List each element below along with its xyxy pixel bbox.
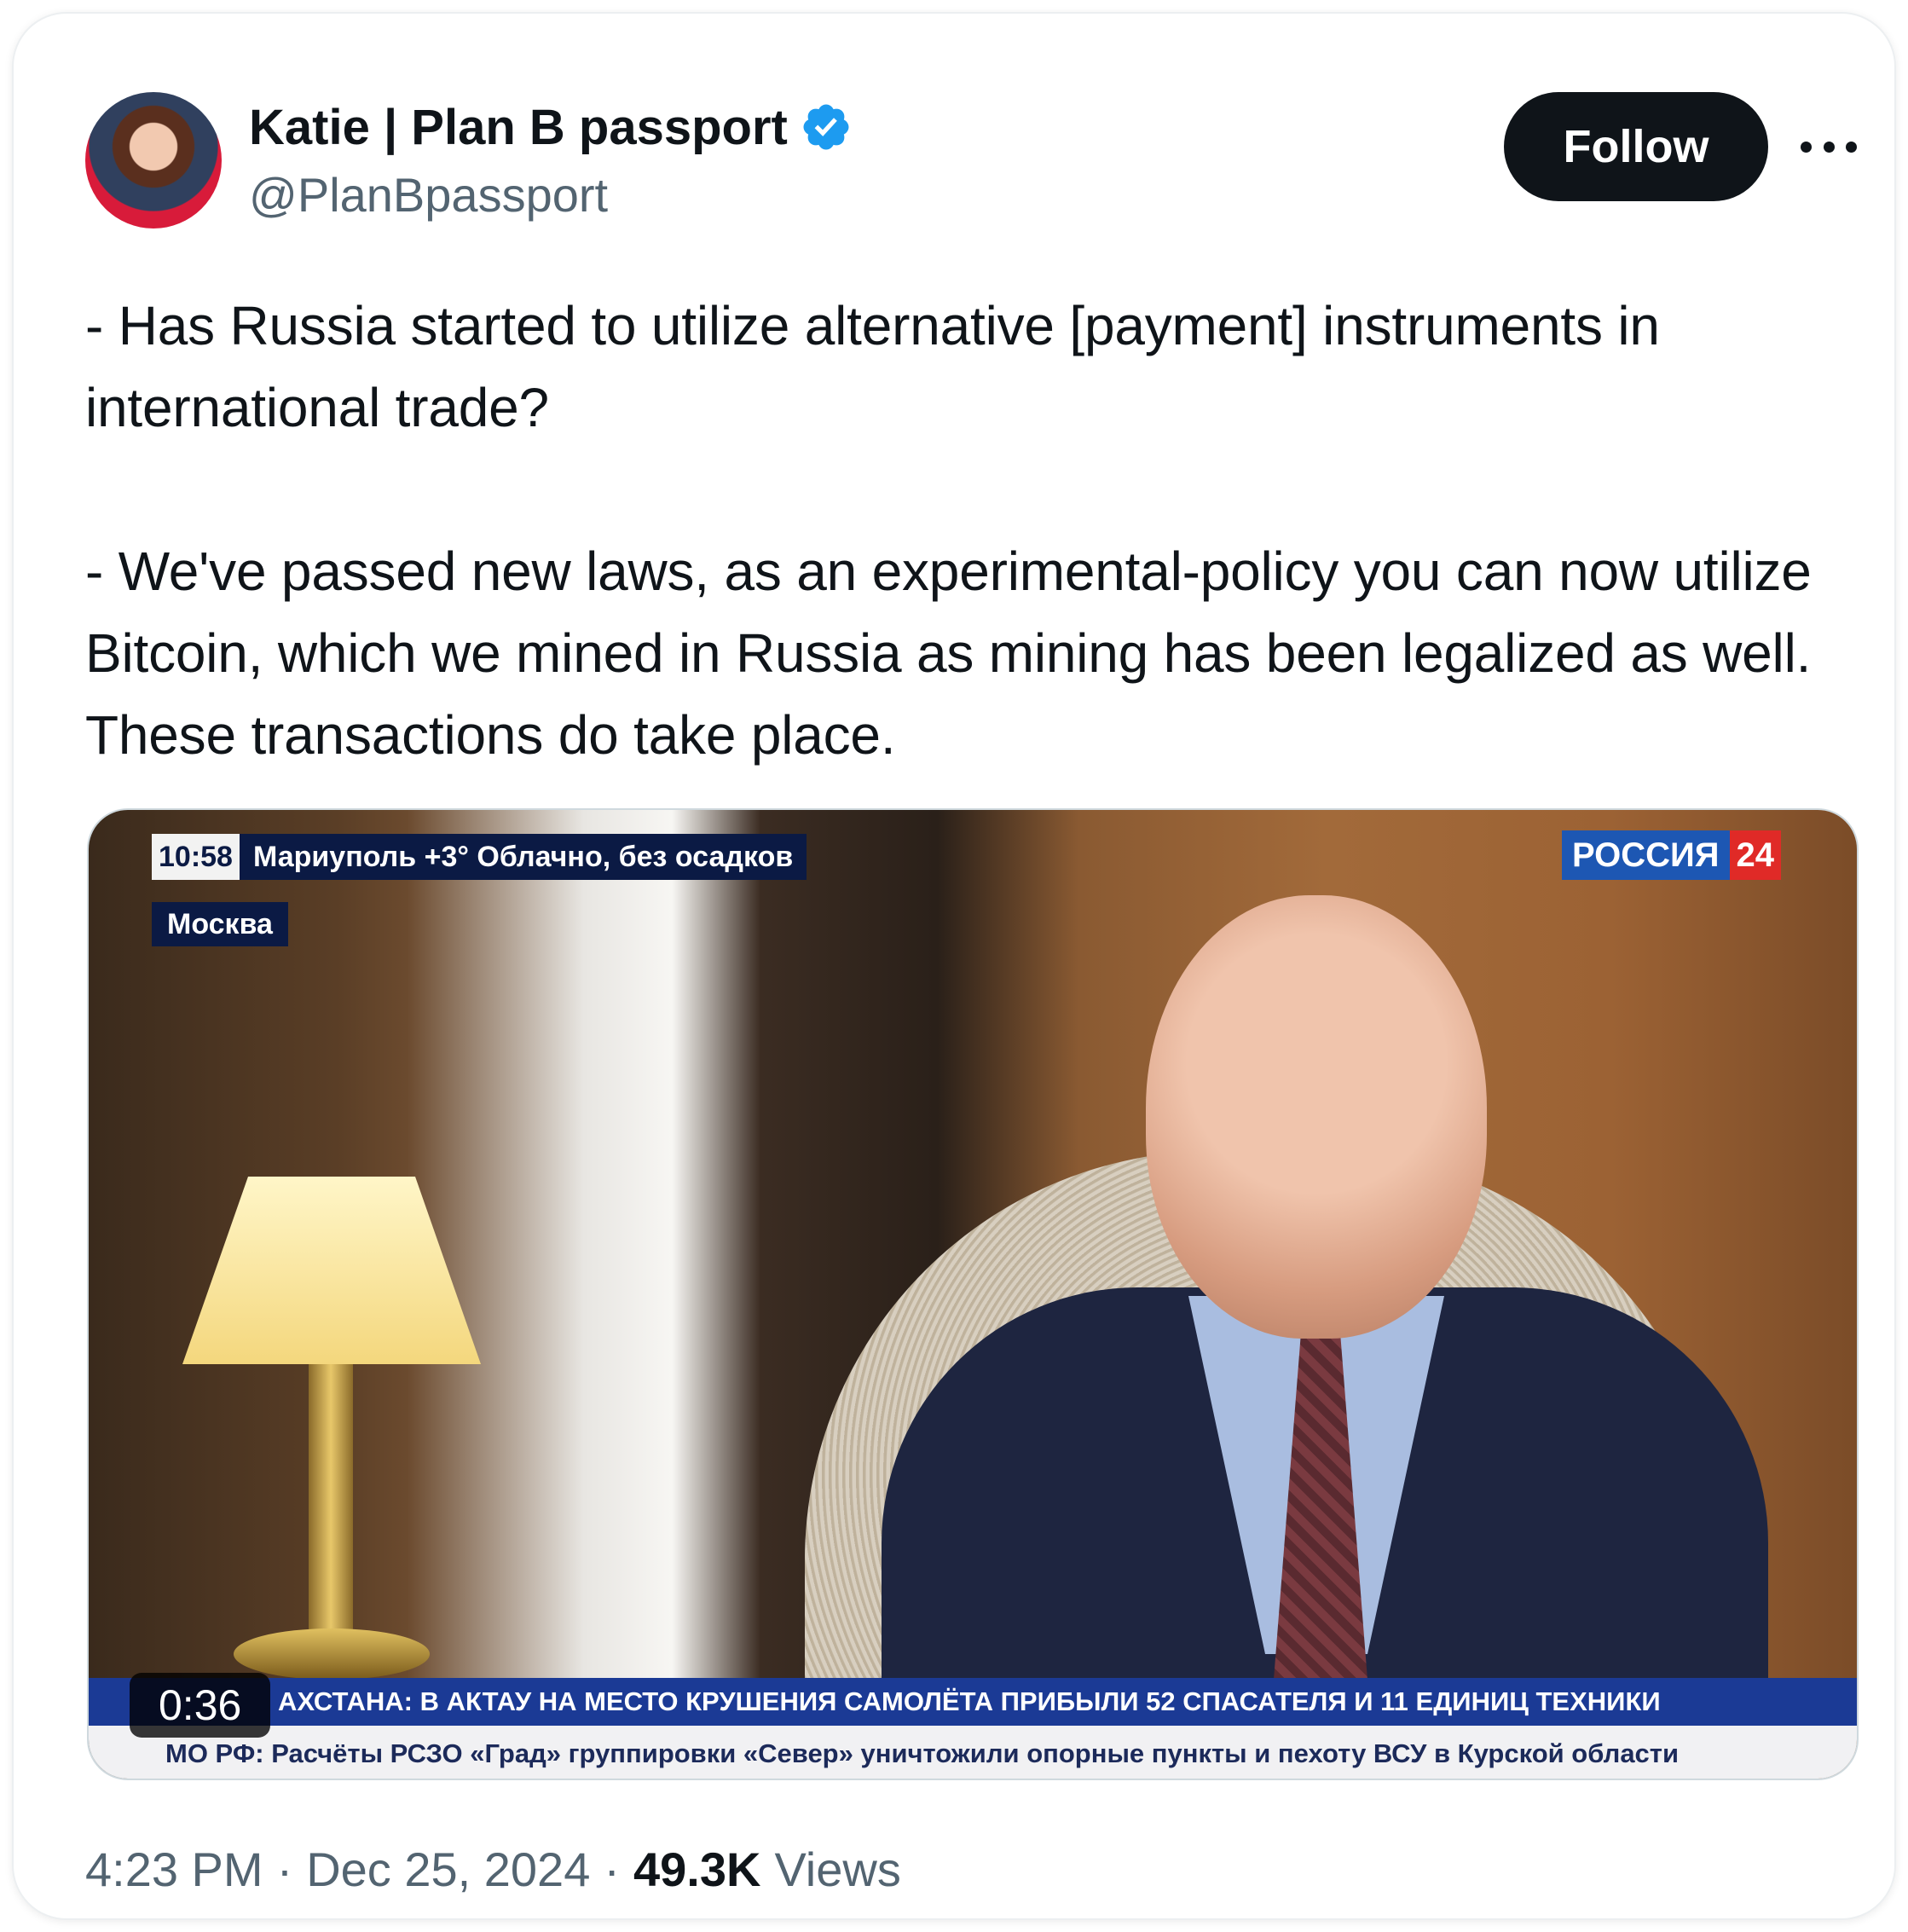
handle[interactable]: @PlanBpassport: [249, 167, 608, 223]
avatar[interactable]: [85, 92, 222, 228]
follow-button[interactable]: Follow: [1504, 92, 1768, 201]
separator-dot: ·: [604, 1842, 621, 1896]
video-duration-badge: 0:36: [130, 1673, 271, 1738]
channel-logo: РОССИЯ 24: [1562, 830, 1782, 880]
verified-badge-icon: [803, 104, 849, 150]
tweet-card: Katie | Plan B passport @PlanBpassport F…: [12, 12, 1896, 1920]
display-name[interactable]: Katie | Plan B passport: [249, 99, 788, 156]
tv-clock: 10:58: [152, 834, 240, 880]
tweet-text: - Has Russia started to utilize alternat…: [85, 295, 1812, 766]
news-ticker-top: АХСТАНА: В АКТАУ НА МЕСТО КРУШЕНИЯ САМОЛ…: [89, 1678, 1857, 1726]
tweet-date[interactable]: Dec 25, 2024: [306, 1842, 590, 1897]
views-label: Views: [774, 1842, 901, 1896]
views-count: 49.3K: [633, 1842, 761, 1896]
separator-dot: ·: [276, 1842, 293, 1896]
person-head: [1146, 895, 1487, 1339]
news-ticker-bottom: МО РФ: Расчёты РСЗО «Град» группировки «…: [89, 1726, 1857, 1779]
tweet-meta: 4:23 PM · Dec 25, 2024 · 49.3K Views: [85, 1842, 901, 1897]
tweet-time[interactable]: 4:23 PM: [85, 1842, 263, 1897]
video-player[interactable]: 10:58 Мариуполь +3° Облачно, без осадков…: [87, 808, 1859, 1780]
tv-city-tag: Москва: [152, 902, 288, 946]
lamp-foot: [234, 1628, 430, 1680]
tv-info-bar: 10:58 Мариуполь +3° Облачно, без осадков: [152, 834, 807, 880]
more-icon[interactable]: [1801, 121, 1857, 172]
tv-weather: Мариуполь +3° Облачно, без осадков: [252, 840, 794, 873]
lamp-shade: [182, 1177, 481, 1364]
display-name-row[interactable]: Katie | Plan B passport: [249, 95, 853, 159]
lamp-base: [309, 1364, 353, 1654]
channel-logo-number: 24: [1729, 830, 1782, 880]
channel-logo-name: РОССИЯ: [1562, 830, 1730, 880]
